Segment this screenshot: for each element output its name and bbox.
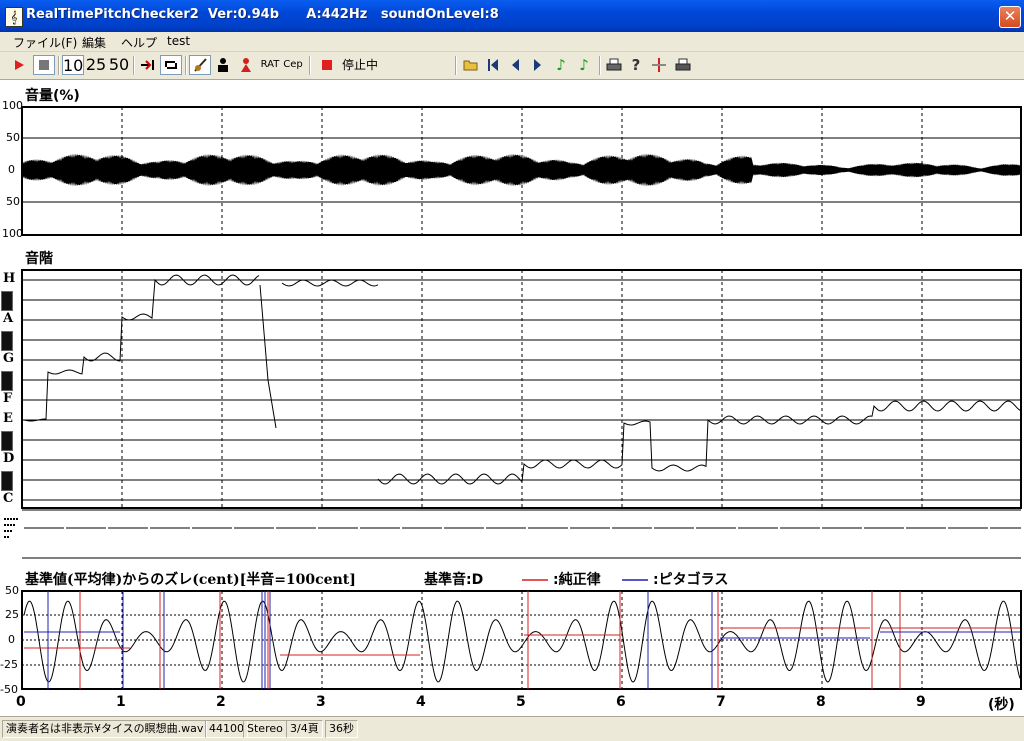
- speed-25-button[interactable]: 25: [85, 55, 107, 75]
- duration: 36秒: [325, 720, 358, 738]
- stop-state-label: 停止中: [341, 58, 378, 72]
- scale-frame: [21, 269, 1022, 509]
- next-page-icon[interactable]: [528, 55, 548, 75]
- record-stop-icon[interactable]: [317, 55, 337, 75]
- strip-dot: [10, 524, 12, 526]
- chart-canvas: [4, 106, 1022, 690]
- page-indicator: 3/4頁: [286, 720, 323, 738]
- stop-button[interactable]: [33, 55, 55, 75]
- print-preview-icon[interactable]: [672, 55, 694, 75]
- plot-area: 音量(%) 100 50 0 50 100 音階 H A G F E D C 基…: [0, 80, 1024, 716]
- channels: Stereo: [243, 720, 287, 738]
- speed-50-button[interactable]: 50: [108, 55, 130, 75]
- play-button[interactable]: [8, 55, 30, 75]
- strip-dot: [4, 536, 6, 538]
- person-black-icon[interactable]: [212, 55, 234, 75]
- printer-icon[interactable]: [603, 55, 625, 75]
- strip-dot: [4, 518, 6, 520]
- menu-bar: ファイル(F) 編集 ヘルプ test: [0, 32, 1024, 52]
- strip-dot: [7, 524, 9, 526]
- open-folder-icon[interactable]: [460, 55, 482, 75]
- strip-dot: [4, 530, 6, 532]
- strip-dot: [16, 518, 18, 520]
- strip-dot: [13, 518, 15, 520]
- app-version: Ver:0.94b: [207, 7, 280, 22]
- window-title: RealTimePitchChecker2 Ver:0.94b A:442Hz …: [26, 7, 499, 22]
- skip-first-icon[interactable]: [483, 55, 503, 75]
- help-icon[interactable]: ?: [626, 55, 646, 75]
- person-red-icon[interactable]: [235, 55, 257, 75]
- cepstrum-button[interactable]: Cep: [282, 55, 304, 75]
- strip-dot: [7, 536, 9, 538]
- ratio-button[interactable]: RAT: [259, 55, 281, 75]
- strip-dot: [13, 524, 15, 526]
- tuning-fork-icon: 𝄞: [5, 7, 23, 27]
- strip-dot: [7, 518, 9, 520]
- crosshair-icon[interactable]: [649, 55, 669, 75]
- pitch-reference: A:442Hz: [306, 7, 368, 22]
- menu-file[interactable]: ファイル(F): [13, 34, 77, 51]
- note-outline-icon[interactable]: ♪: [574, 55, 594, 75]
- app-name: RealTimePitchChecker2: [26, 7, 199, 22]
- prev-page-icon[interactable]: [505, 55, 525, 75]
- file-name: 演奏者名は非表示¥タイスの瞑想曲.wav: [2, 720, 208, 738]
- strip-dot: [10, 530, 12, 532]
- title-bar: 𝄞 RealTimePitchChecker2 Ver:0.94b A:442H…: [0, 0, 1024, 32]
- strip-dot: [10, 518, 12, 520]
- jump-end-icon[interactable]: [137, 55, 159, 75]
- menu-test[interactable]: test: [167, 34, 190, 48]
- sound-on-level: soundOnLevel:8: [380, 7, 499, 22]
- violin-icon[interactable]: [189, 55, 211, 75]
- menu-edit[interactable]: 編集: [82, 34, 106, 51]
- menu-help[interactable]: ヘルプ: [121, 34, 157, 51]
- sample-rate: 44100: [205, 720, 248, 738]
- toolbar: 10 25 50 RAT Cep 停止中 ＊＊＊ ♪ ♪ ?: [0, 52, 1024, 127]
- strip-dot: [7, 530, 9, 532]
- close-button[interactable]: ✕: [999, 6, 1021, 28]
- loop-icon[interactable]: [160, 55, 182, 75]
- speed-10-button[interactable]: 10: [62, 55, 84, 75]
- strip-dot: [4, 524, 6, 526]
- status-bar: 演奏者名は非表示¥タイスの瞑想曲.wav 44100 Stereo 3/4頁 3…: [0, 716, 1024, 741]
- note-green-icon[interactable]: ♪: [551, 55, 571, 75]
